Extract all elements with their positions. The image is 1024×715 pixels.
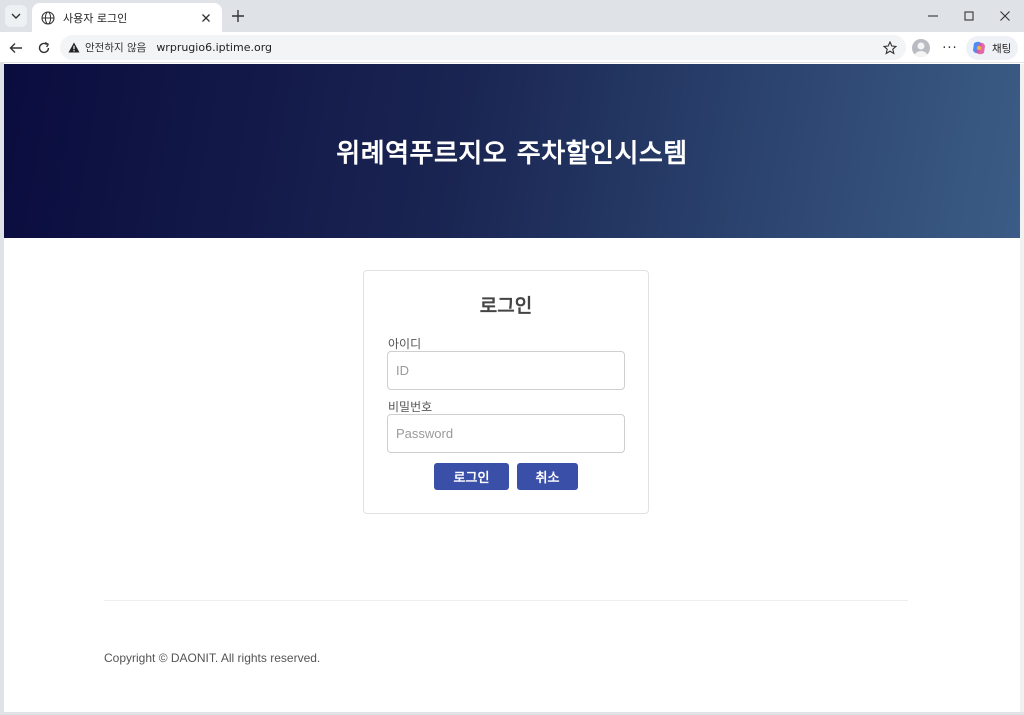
- page-viewport: 위례역푸르지오 주차할인시스템 로그인 아이디 비밀번호 로그인 취소 Copy…: [4, 64, 1020, 712]
- copilot-label: 채팅: [992, 42, 1012, 55]
- tab-list-icon[interactable]: [5, 5, 27, 27]
- address-bar[interactable]: 안전하지 않음 wrprugio6.iptime.org: [60, 35, 906, 60]
- browser-tab[interactable]: 사용자 로그인: [32, 3, 222, 32]
- more-icon[interactable]: ···: [940, 38, 960, 58]
- globe-icon: [40, 10, 56, 26]
- minimize-icon[interactable]: [918, 4, 948, 28]
- copyright-text: Copyright © DAONIT. All rights reserved.: [104, 651, 321, 665]
- id-label: 아이디: [388, 337, 422, 351]
- cancel-button[interactable]: 취소: [517, 463, 578, 490]
- back-icon[interactable]: [4, 36, 28, 60]
- close-icon[interactable]: [198, 10, 214, 26]
- reload-icon[interactable]: [32, 36, 56, 60]
- tab-title: 사용자 로그인: [63, 11, 128, 25]
- maximize-icon[interactable]: [954, 4, 984, 28]
- scrollbar[interactable]: [1020, 64, 1024, 712]
- footer-divider: [104, 600, 908, 601]
- copilot-icon: [971, 40, 987, 56]
- login-button[interactable]: 로그인: [434, 463, 509, 490]
- password-input[interactable]: [387, 414, 625, 453]
- browser-toolbar: 안전하지 않음 wrprugio6.iptime.org ··· 채팅: [0, 32, 1024, 63]
- url-text[interactable]: wrprugio6.iptime.org: [156, 41, 882, 54]
- browser-tab-bar: 사용자 로그인: [0, 0, 1024, 32]
- security-status[interactable]: 안전하지 않음: [85, 40, 146, 55]
- star-icon[interactable]: [882, 40, 898, 56]
- window-close-icon[interactable]: [990, 4, 1020, 28]
- avatar-icon[interactable]: [912, 39, 930, 57]
- password-label: 비밀번호: [388, 400, 433, 414]
- login-card: 로그인 아이디 비밀번호 로그인 취소: [363, 270, 649, 514]
- login-heading: 로그인: [479, 295, 533, 317]
- page-title: 위례역푸르지오 주차할인시스템: [336, 138, 688, 169]
- warning-icon[interactable]: [68, 42, 80, 54]
- plus-icon[interactable]: [228, 6, 248, 26]
- copilot-button[interactable]: 채팅: [966, 36, 1018, 60]
- header-banner: 위례역푸르지오 주차할인시스템: [4, 64, 1020, 238]
- id-input[interactable]: [387, 351, 625, 390]
